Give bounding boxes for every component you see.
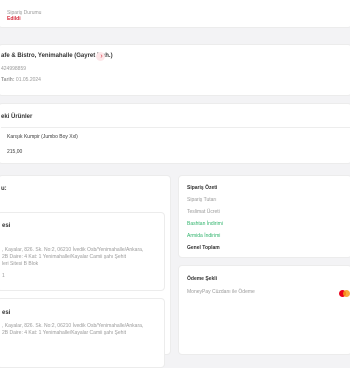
products-card: eki Ürünler Karışık Kumpir (Jumbo Boy Xx… bbox=[0, 103, 350, 164]
summary-row-discount-2: Armida İndirimi bbox=[187, 233, 221, 239]
products-divider bbox=[1, 127, 350, 128]
delivery-section-label: u: bbox=[1, 186, 7, 192]
order-number: 424998859 bbox=[1, 66, 27, 72]
order-date-label: Tarih: bbox=[1, 77, 15, 83]
order-status-value: Edildi bbox=[7, 16, 21, 22]
products-title: eki Ürünler bbox=[1, 114, 33, 120]
address-line-2: 2B Daire: 4 Kat: 1 Yenimahalle/Kayalar C… bbox=[2, 254, 126, 260]
summary-card: Sipariş Özeti Sipariş Tutarı Teslimat Üc… bbox=[178, 175, 350, 258]
summary-row-delivery: Teslimat Ücreti bbox=[187, 209, 220, 215]
delivery-card: u: esi , Kayalar, 826. Sk. No:2, 06210 İ… bbox=[0, 175, 171, 368]
restaurant-card: afe & Bistro, Yenimahalle (Gayret Mah.) … bbox=[0, 44, 350, 96]
summary-row-discount-1: Bashtan İndirimi bbox=[187, 221, 223, 227]
summary-title: Sipariş Özeti bbox=[187, 185, 218, 191]
invoice-card: esi , Kayalar, 826. Sk. No:2, 06210 İved… bbox=[0, 298, 165, 368]
order-date: Tarih: 01.05.2024 bbox=[1, 77, 41, 84]
address-card: esi , Kayalar, 826. Sk. No:2, 06210 İved… bbox=[0, 212, 165, 291]
restaurant-link-button[interactable]: › bbox=[96, 52, 105, 61]
header-strip: Sipariş Durumu Edildi bbox=[0, 0, 350, 28]
product-price: 215,00 bbox=[7, 149, 23, 155]
address-title: esi bbox=[2, 223, 11, 229]
order-date-value: 01.05.2024 bbox=[15, 77, 41, 83]
chevron-right-icon: › bbox=[100, 53, 103, 60]
payment-method: MoneyPay Cüzdanı ile Ödeme bbox=[187, 289, 255, 295]
invoice-line-1: , Kayalar, 826. Sk. No:2, 06210 İvedik O… bbox=[2, 323, 144, 329]
summary-total-label: Genel Toplam bbox=[187, 245, 220, 251]
invoice-title: esi bbox=[2, 310, 11, 316]
address-line-3: leri Sitesi B Blok bbox=[2, 261, 39, 267]
address-extra: 1 bbox=[2, 273, 5, 279]
address-line-1: , Kayalar, 826. Sk. No:2, 06210 İvedik O… bbox=[2, 247, 144, 253]
invoice-line-2: 2B Daire: 4 Kat: 1 Yenimahalle/Kayalar C… bbox=[2, 330, 126, 336]
payment-title: Ödeme Şekli bbox=[187, 276, 218, 282]
payment-card: Ödeme Şekli MoneyPay Cüzdanı ile Ödeme bbox=[178, 265, 350, 355]
summary-row-subtotal: Sipariş Tutarı bbox=[187, 197, 217, 203]
product-name: Karışık Kumpir (Jumbo Boy Xxl) bbox=[7, 134, 78, 140]
mastercard-icon bbox=[339, 290, 350, 297]
